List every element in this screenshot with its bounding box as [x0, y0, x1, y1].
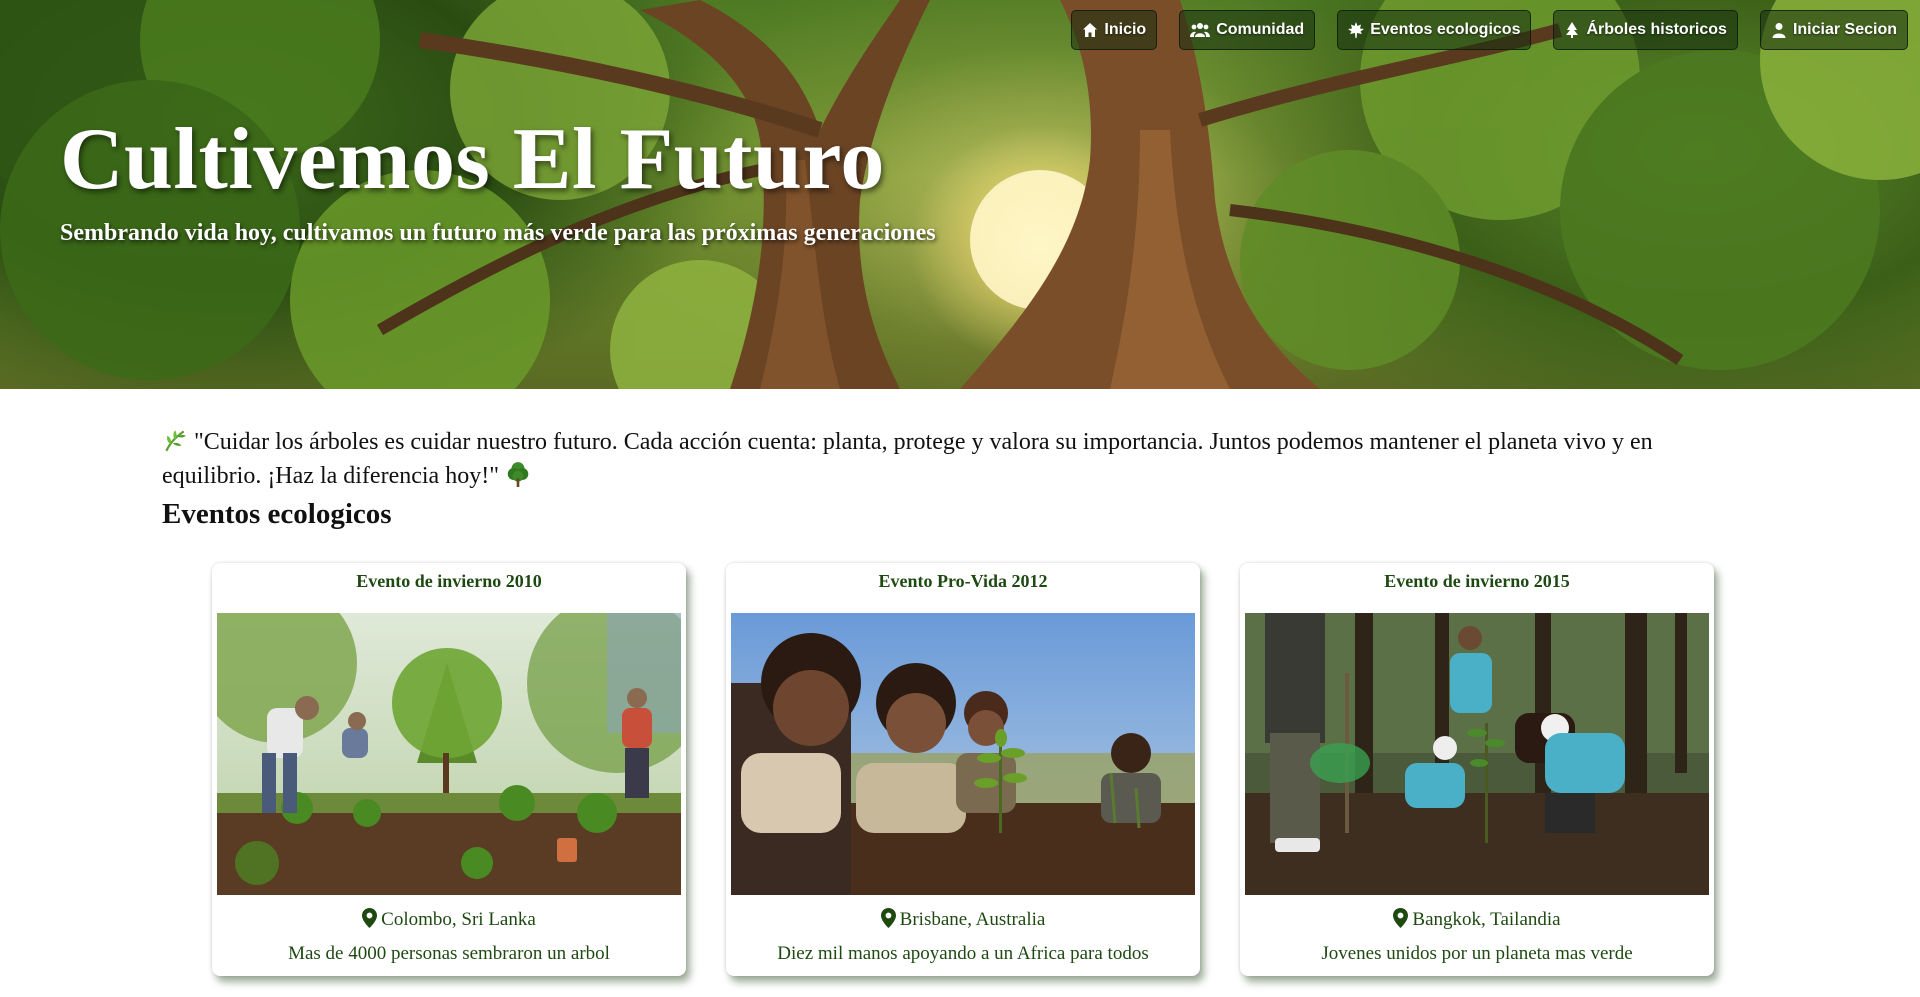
map-pin-icon [362, 908, 378, 928]
users-icon [1190, 23, 1211, 37]
event-location: Bangkok, Tailandia [1240, 908, 1714, 931]
user-icon [1772, 23, 1786, 38]
nav-item-inicio[interactable]: Inicio [1071, 10, 1158, 50]
event-card[interactable]: Evento Pro-Vida 2012 Brisbane, Australia… [726, 563, 1200, 976]
event-description: Diez mil manos apoyando a un Africa para… [777, 943, 1149, 964]
nav-item-label: Inicio [1104, 21, 1147, 38]
nav-item-arboles[interactable]: Árboles historicos [1553, 10, 1738, 50]
quote-text: "Cuidar los árboles es cuidar nuestro fu… [162, 429, 1653, 489]
event-photo [731, 613, 1195, 895]
event-description: Jovenes unidos por un planeta mas verde [1321, 943, 1633, 964]
event-card-title: Evento de invierno 2015 [1384, 571, 1570, 591]
tree-icon [507, 462, 529, 487]
event-photo [1245, 613, 1709, 895]
event-location-text: Bangkok, Tailandia [1412, 909, 1561, 930]
event-card[interactable]: Evento de invierno 2015 Bangkok, Tailand… [1240, 563, 1714, 976]
tree-icon [1566, 22, 1579, 38]
event-card[interactable]: Evento de invierno 2010 Colombo, Sri Lan… [212, 563, 686, 976]
nav-item-comunidad[interactable]: Comunidad [1179, 10, 1316, 50]
page-title: Cultivemos El Futuro [60, 111, 885, 208]
nav-item-label: Árboles historicos [1586, 21, 1727, 38]
herb-icon [165, 430, 186, 452]
event-card-title: Evento de invierno 2010 [356, 571, 542, 591]
main-nav: Inicio Comunidad Eventos ecologicos Árbo… [1071, 10, 1908, 50]
event-description: Mas de 4000 personas sembraron un arbol [288, 943, 610, 964]
hero-subtitle: Sembrando vida hoy, cultivamos un futuro… [60, 220, 936, 246]
hero-banner: Inicio Comunidad Eventos ecologicos Árbo… [0, 0, 1920, 389]
event-photo [217, 613, 681, 895]
nav-item-label: Iniciar Secion [1792, 21, 1897, 38]
event-location: Brisbane, Australia [726, 908, 1200, 931]
section-title-events: Eventos ecologicos [162, 498, 392, 530]
event-card-title: Evento Pro-Vida 2012 [878, 571, 1048, 591]
quote-block: "Cuidar los árboles es cuidar nuestro fu… [162, 425, 1752, 493]
nav-item-label: Eventos ecologicos [1370, 21, 1521, 38]
leaf-icon [1348, 22, 1365, 38]
event-location: Colombo, Sri Lanka [212, 908, 686, 931]
nav-item-label: Comunidad [1216, 21, 1305, 38]
event-cards: Evento de invierno 2010 Colombo, Sri Lan… [212, 563, 1714, 976]
nav-item-login[interactable]: Iniciar Secion [1759, 10, 1908, 50]
map-pin-icon [880, 908, 896, 928]
home-icon [1083, 23, 1098, 37]
map-pin-icon [1393, 908, 1409, 928]
nav-item-eventos[interactable]: Eventos ecologicos [1337, 10, 1532, 50]
event-location-text: Brisbane, Australia [899, 909, 1046, 930]
event-location-text: Colombo, Sri Lanka [381, 909, 536, 930]
